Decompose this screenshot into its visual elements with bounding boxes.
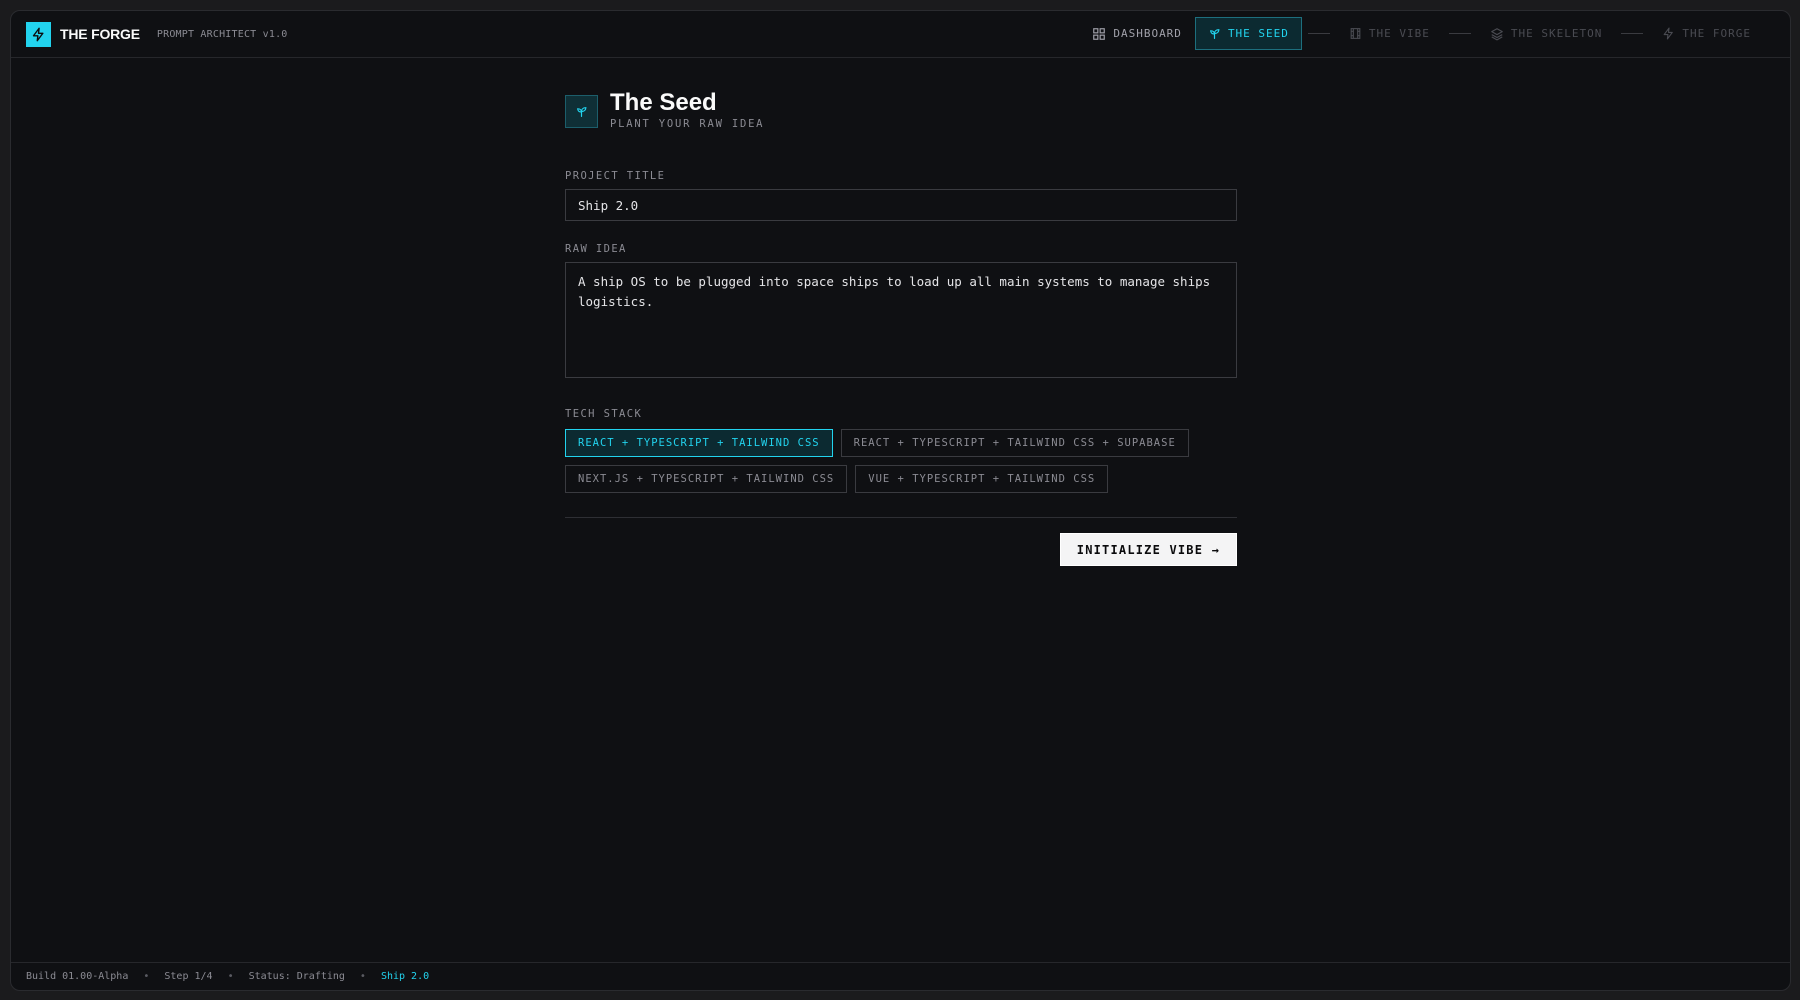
seed-form: The Seed PLANT YOUR RAW IDEA PROJECT TIT… [565,89,1237,566]
brand-version: PROMPT ARCHITECT v1.0 [156,28,288,40]
nav-step-forge[interactable]: THE FORGE [1649,17,1764,50]
nav-step-seed-label: THE SEED [1227,27,1289,40]
grid-icon [1093,27,1106,40]
sprout-icon [1210,29,1220,39]
status-bar: Build 01.00-Alpha • Step 1/4 • Status: D… [11,962,1790,990]
nav-step-vibe-label: THE VIBE [1368,27,1430,40]
top-bar: THE FORGE PROMPT ARCHITECT v1.0 DASHBOAR… [11,11,1790,58]
app-window: THE FORGE PROMPT ARCHITECT v1.0 DASHBOAR… [10,10,1791,991]
raw-idea-label: RAW IDEA [565,243,627,255]
nav-step-skeleton-label: THE SKELETON [1510,27,1603,40]
nav-step-vibe[interactable]: THE VIBE [1336,17,1443,50]
brand[interactable]: THE FORGE PROMPT ARCHITECT v1.0 [26,21,288,47]
nav-dashboard-label: DASHBOARD [1113,27,1182,40]
film-icon [1350,28,1361,39]
form-divider [565,517,1237,518]
tech-stack-options: REACT + TYPESCRIPT + TAILWIND CSS REACT … [565,429,1237,493]
nav-dashboard[interactable]: DASHBOARD [1079,17,1195,50]
nav-step-seed[interactable]: THE SEED [1194,17,1302,50]
status-state: Status: Drafting [248,971,345,982]
project-title-input[interactable]: Ship 2.0 [565,189,1237,221]
bolt-logo-icon [26,21,51,47]
tech-stack-option[interactable]: REACT + TYPESCRIPT + TAILWIND CSS [565,429,833,457]
step-indicator: Step 1/4 [164,971,213,982]
tech-stack-label: TECH STACK [565,408,643,420]
sprout-icon [565,95,598,128]
step-navigation: DASHBOARD THE SEED THE VIBE THE SKELETON… [1079,17,1764,50]
raw-idea-textarea[interactable]: A ship OS to be plugged into space ships… [565,262,1237,378]
step-connector [1448,33,1471,34]
status-project-name: Ship 2.0 [380,971,430,982]
layers-icon [1491,27,1503,40]
nav-step-forge-label: THE FORGE [1682,27,1751,40]
brand-name: THE FORGE [60,26,140,42]
tech-stack-option[interactable]: REACT + TYPESCRIPT + TAILWIND CSS + SUPA… [840,429,1189,457]
page-subtitle: PLANT YOUR RAW IDEA [610,118,765,130]
nav-step-skeleton[interactable]: THE SKELETON [1477,17,1615,50]
step-connector [1307,33,1330,34]
project-title-label: PROJECT TITLE [565,170,666,182]
page-heading: The Seed PLANT YOUR RAW IDEA [565,89,1237,130]
tech-stack-option[interactable]: NEXT.JS + TYPESCRIPT + TAILWIND CSS [565,465,848,493]
initialize-vibe-button[interactable]: INITIALIZE VIBE → [1059,533,1237,566]
page-title: The Seed [610,89,717,116]
step-connector [1621,33,1644,34]
build-version: Build 01.00-Alpha [26,971,129,982]
status-separator: • [143,971,150,982]
tech-stack-option[interactable]: VUE + TYPESCRIPT + TAILWIND CSS [855,465,1109,493]
status-separator: • [227,971,234,982]
status-separator: • [359,971,366,982]
bolt-icon [1664,27,1674,40]
